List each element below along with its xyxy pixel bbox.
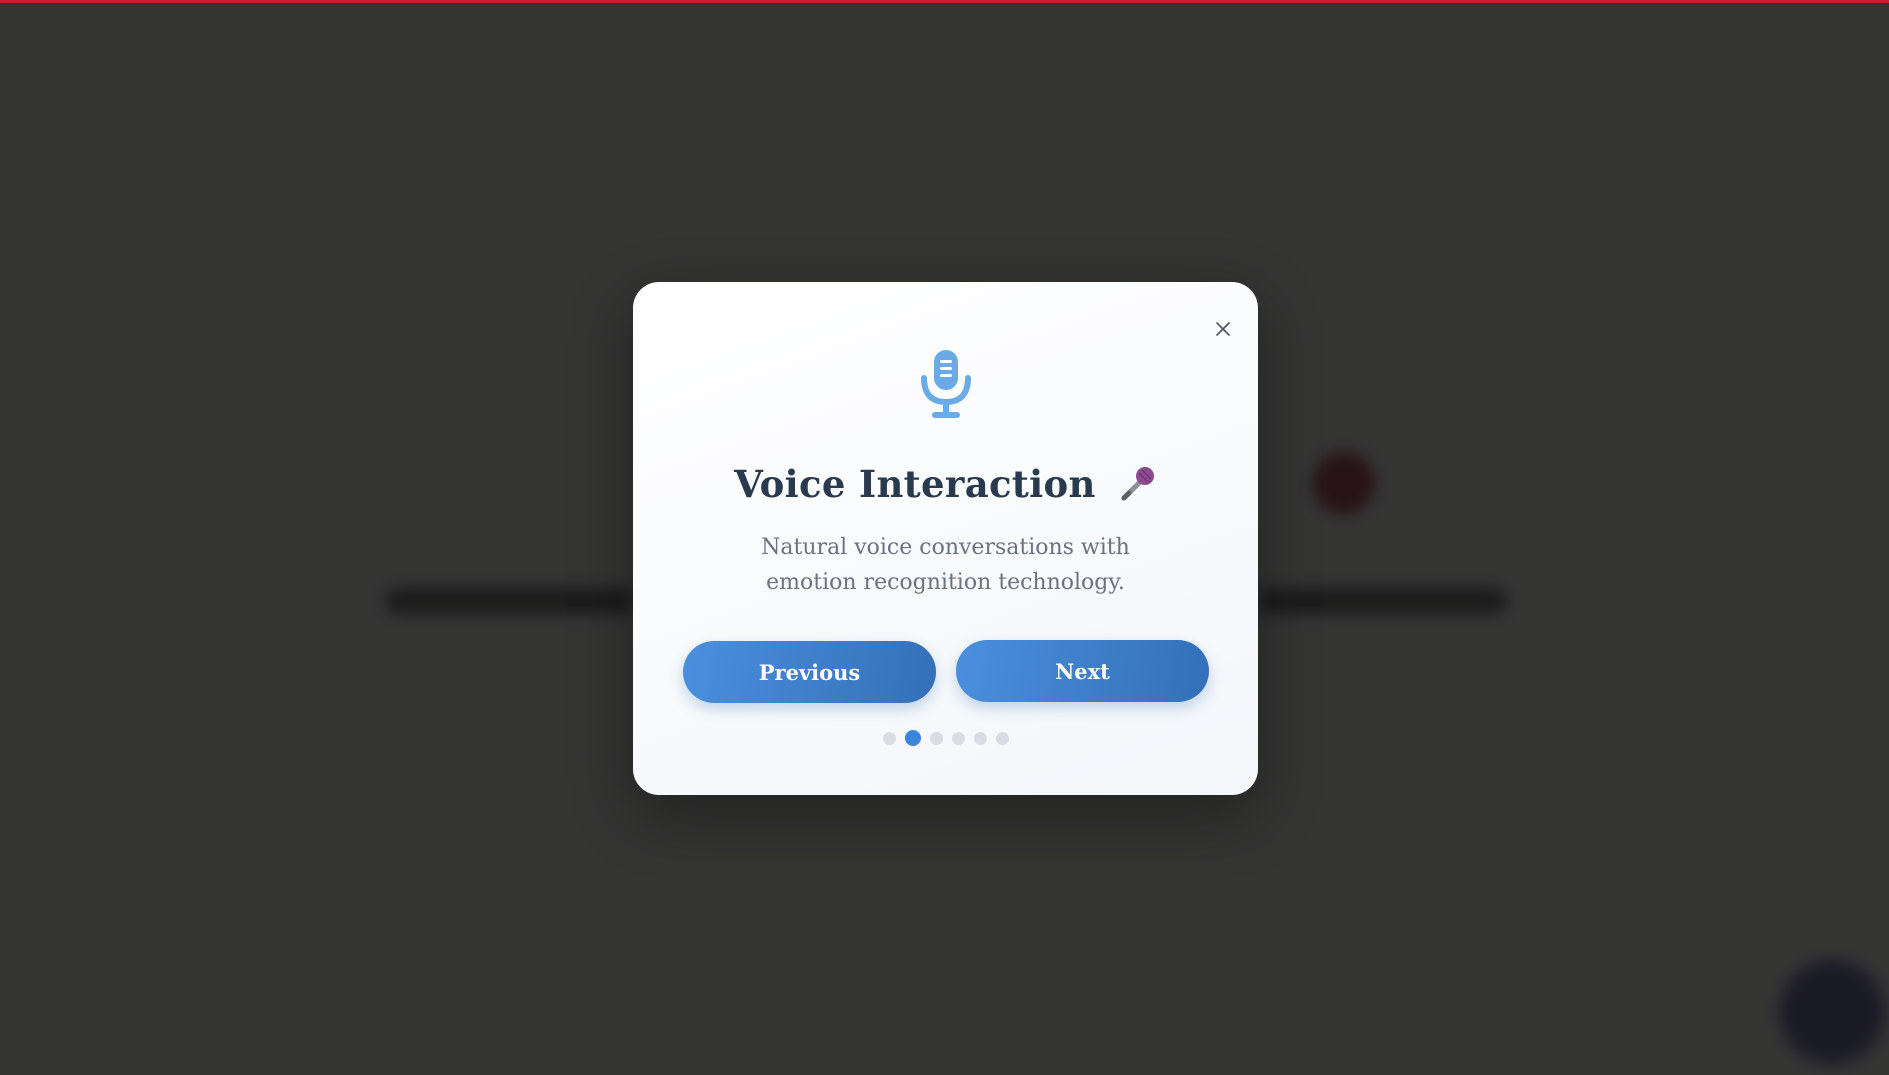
step-dot[interactable]	[973, 731, 987, 745]
top-accent-bar	[0, 0, 1889, 3]
close-icon	[1216, 322, 1230, 336]
microphone-emoji-icon	[1121, 466, 1154, 500]
step-dot[interactable]	[995, 731, 1009, 745]
step-dot[interactable]	[929, 731, 943, 745]
next-button[interactable]: Next	[956, 640, 1209, 702]
step-dot-active[interactable]	[904, 730, 921, 746]
modal-title-text: Voice Interaction	[734, 462, 1096, 506]
step-dot[interactable]	[951, 731, 965, 745]
previous-button[interactable]: Previous	[683, 641, 936, 703]
close-button[interactable]	[1210, 316, 1236, 342]
microphone-icon	[921, 350, 971, 418]
step-indicator	[633, 730, 1258, 746]
modal-description: Natural voice conversations with emotion…	[761, 535, 1130, 595]
onboarding-modal: Voice Interaction Natural voice conversa…	[633, 282, 1258, 795]
modal-title: Voice Interaction	[633, 462, 1258, 508]
step-dot[interactable]	[882, 731, 896, 745]
